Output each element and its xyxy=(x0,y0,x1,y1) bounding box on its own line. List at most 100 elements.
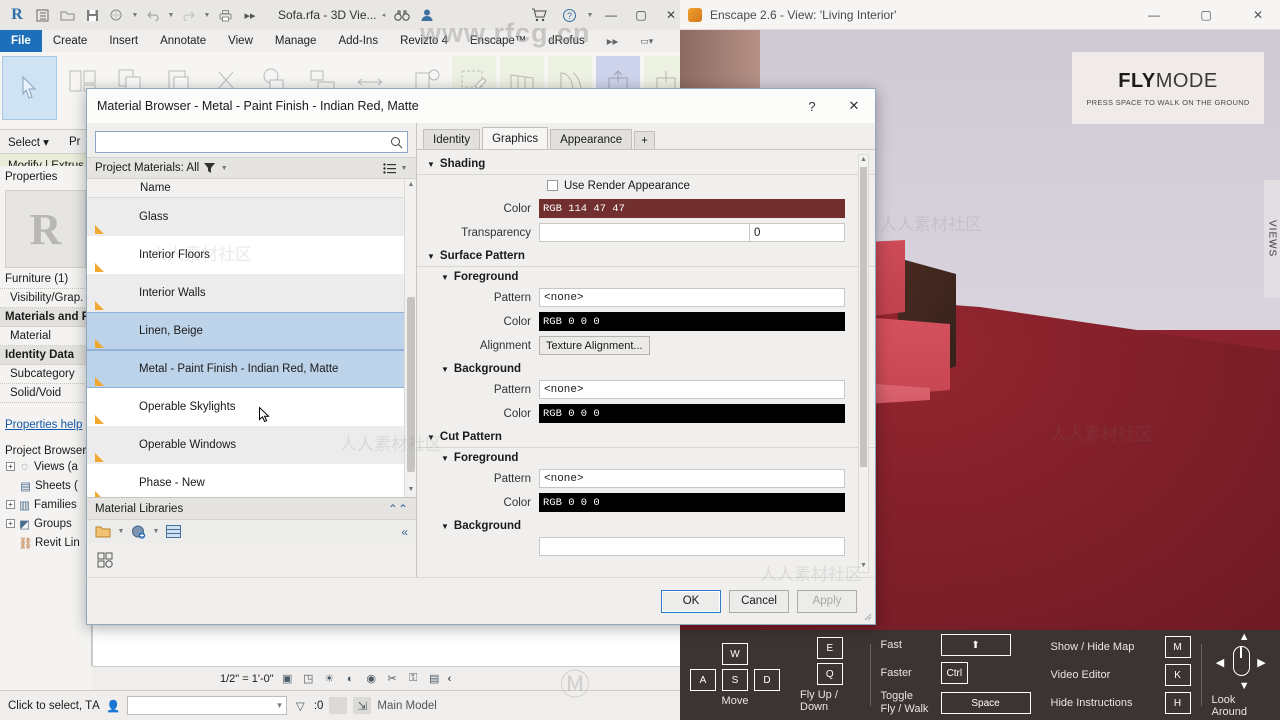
property-row-subcategory[interactable]: Subcategory xyxy=(0,365,91,384)
material-assets-icon[interactable] xyxy=(97,552,114,568)
property-row-solid-void[interactable]: Solid/Void xyxy=(0,384,91,403)
surface-fg-color-swatch[interactable]: RGB 0 0 0 xyxy=(539,312,845,331)
list-item-selected[interactable]: Metal - Paint Finish - Indian Red, Matte xyxy=(87,350,416,388)
expand-icon[interactable]: + xyxy=(6,462,15,471)
cut-bg-pattern-value[interactable] xyxy=(539,537,845,556)
section-surface-pattern[interactable]: ▼ Surface Pattern xyxy=(417,246,875,267)
filter-icon[interactable] xyxy=(204,163,216,173)
redo-icon[interactable] xyxy=(178,4,200,26)
search-box[interactable] xyxy=(95,131,408,153)
filter-icon[interactable]: ▽ xyxy=(293,699,308,713)
key-a[interactable]: A xyxy=(690,669,716,691)
key-d[interactable]: D xyxy=(754,669,780,691)
chevron-down-icon[interactable]: ▼ xyxy=(203,12,211,19)
chevron-down-icon[interactable]: ▼ xyxy=(117,528,125,535)
add-material-icon[interactable] xyxy=(131,525,146,539)
ribbon-overflow-icon[interactable]: ▸▸ xyxy=(596,30,630,52)
project-materials-label[interactable]: Project Materials: All xyxy=(95,162,199,174)
properties-icon[interactable] xyxy=(31,4,53,26)
shadows-icon[interactable]: ◐ xyxy=(343,672,358,686)
chevron-down-icon[interactable]: ▼ xyxy=(220,165,228,172)
scroll-down-icon[interactable]: ▼ xyxy=(860,562,867,571)
exclude-options-icon[interactable]: ⇲ xyxy=(353,697,372,714)
help-icon[interactable]: ? xyxy=(791,89,833,123)
key-ctrl[interactable]: Ctrl xyxy=(940,662,969,685)
list-scrollbar[interactable]: ▲ ▼ xyxy=(404,179,416,497)
ribbon-tab-insert[interactable]: Insert xyxy=(98,30,149,52)
scroll-up-icon[interactable]: ▲ xyxy=(860,156,867,165)
list-view-icon[interactable] xyxy=(383,162,396,174)
key-m[interactable]: M xyxy=(1164,636,1191,658)
maximize-icon[interactable]: ▢ xyxy=(1184,0,1228,30)
ribbon-tab-view[interactable]: View xyxy=(217,30,264,52)
tab-graphics[interactable]: Graphics xyxy=(482,127,549,149)
minimize-icon[interactable]: — xyxy=(598,4,624,26)
search-input[interactable] xyxy=(100,136,390,148)
list-item-selected[interactable]: Linen, Beige xyxy=(87,312,416,350)
list-item[interactable]: Phase - New xyxy=(87,464,416,497)
undo-icon[interactable] xyxy=(142,4,164,26)
section-shading[interactable]: ▼ Shading xyxy=(417,154,875,175)
use-render-appearance-checkbox[interactable] xyxy=(547,180,558,191)
detail-level-icon[interactable]: ▣ xyxy=(280,672,295,686)
scroll-up-icon[interactable]: ▲ xyxy=(407,181,415,190)
maximize-icon[interactable]: ▢ xyxy=(628,4,654,26)
list-column-header[interactable]: Name xyxy=(87,179,416,198)
section-cut-pattern[interactable]: ▼ Cut Pattern xyxy=(417,427,875,448)
save-icon[interactable] xyxy=(81,4,103,26)
ribbon-tab-addins[interactable]: Add-Ins xyxy=(327,30,389,52)
temporary-hide-isolate-icon[interactable]: ▤ xyxy=(427,672,442,686)
surface-fg-pattern-value[interactable]: <none> xyxy=(539,288,845,307)
section-surface-background[interactable]: ▼ Background xyxy=(417,359,875,379)
shading-color-swatch[interactable]: RGB 114 47 47 xyxy=(539,199,845,218)
lock-3d-view-icon[interactable]: ⚿ xyxy=(406,672,421,686)
list-item[interactable]: Operable Skylights xyxy=(87,388,416,426)
save-as-icon[interactable] xyxy=(106,4,128,26)
show-panel-icon[interactable] xyxy=(166,525,181,538)
expand-icon[interactable]: + xyxy=(6,500,15,509)
section-cut-background[interactable]: ▼ Background xyxy=(417,516,875,536)
scroll-down-icon[interactable]: ▼ xyxy=(407,486,415,495)
close-icon[interactable]: ✕ xyxy=(833,89,875,123)
ribbon-tab-create[interactable]: Create xyxy=(42,30,99,52)
cut-fg-pattern-value[interactable]: <none> xyxy=(539,469,845,488)
property-row-visibility[interactable]: Visibility/Grap. xyxy=(0,289,91,308)
view-bar-overflow-icon[interactable]: ‹ xyxy=(448,673,452,685)
surface-bg-color-swatch[interactable]: RGB 0 0 0 xyxy=(539,404,845,423)
chevron-double-up-icon[interactable]: ⌃⌃ xyxy=(388,502,408,516)
project-browser-item-sheets[interactable]: ▤ Sheets ( xyxy=(0,476,91,495)
expand-icon[interactable]: + xyxy=(6,519,15,528)
texture-alignment-button[interactable]: Texture Alignment... xyxy=(539,336,650,355)
key-shift-arrow-up[interactable]: ⬆ xyxy=(940,634,1011,657)
customize-qat-icon[interactable]: ▸▸ xyxy=(239,4,261,26)
chevron-down-icon[interactable]: ▼ xyxy=(131,12,139,19)
list-item[interactable]: Operable Windows xyxy=(87,426,416,464)
list-item[interactable]: Glass xyxy=(87,198,416,236)
key-k[interactable]: K xyxy=(1164,664,1191,686)
key-s[interactable]: S xyxy=(722,669,748,691)
search-icon[interactable] xyxy=(390,136,403,149)
properties-type-preview[interactable]: R xyxy=(5,190,86,268)
open-icon[interactable] xyxy=(56,4,78,26)
minimize-icon[interactable]: — xyxy=(1132,0,1176,30)
ribbon-tab-file[interactable]: File xyxy=(0,30,42,52)
properties-help-link[interactable]: Properties help xyxy=(0,419,91,431)
cancel-button[interactable]: Cancel xyxy=(729,589,789,613)
scrollbar-thumb[interactable] xyxy=(860,167,867,467)
views-side-tab[interactable]: VIEWS xyxy=(1264,180,1280,298)
revit-logo-icon[interactable]: R xyxy=(6,4,28,26)
property-row-material[interactable]: Material xyxy=(0,327,91,346)
tab-add-icon[interactable]: + xyxy=(634,131,655,149)
chevron-down-icon[interactable]: ▼ xyxy=(167,12,175,19)
material-libraries-header[interactable]: Material Libraries ⌃⌃ xyxy=(87,497,416,519)
print-icon[interactable] xyxy=(214,4,236,26)
render-dialog-icon[interactable]: ◉ xyxy=(364,672,379,686)
search-binoculars-icon[interactable] xyxy=(391,4,413,26)
collapse-panel-icon[interactable]: « xyxy=(401,525,408,539)
crop-view-icon[interactable]: ✂ xyxy=(385,672,400,686)
key-w[interactable]: W xyxy=(722,643,748,665)
resize-grip-icon[interactable] xyxy=(863,612,872,621)
project-browser-item-families[interactable]: + ▥ Families xyxy=(0,495,91,514)
section-cut-foreground[interactable]: ▼ Foreground xyxy=(417,448,875,468)
transparency-value[interactable]: 0 xyxy=(750,223,845,242)
